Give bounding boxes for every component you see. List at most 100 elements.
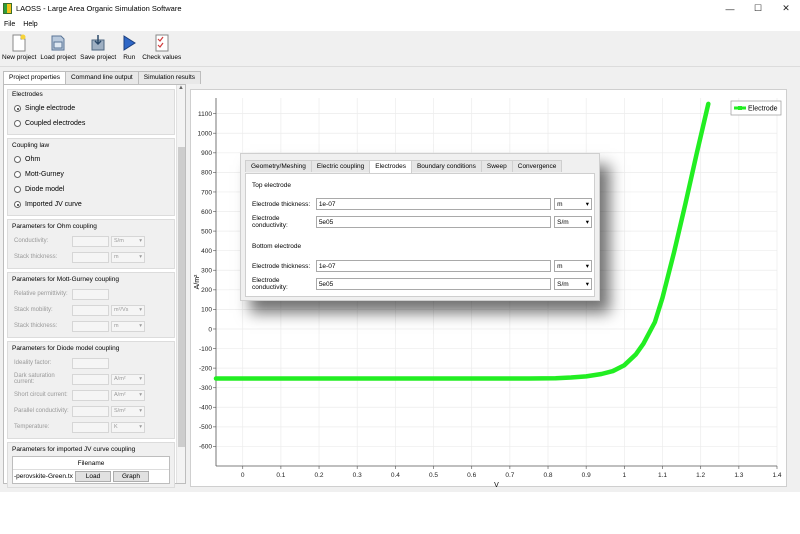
- bottom-thickness-unit[interactable]: m ▾: [554, 260, 593, 272]
- tab-project-properties[interactable]: Project properties: [3, 71, 66, 85]
- data-point: [471, 378, 473, 380]
- diode-ideality-input[interactable]: [72, 357, 109, 369]
- top-conductivity-label: Electrode conductivity:: [252, 215, 288, 229]
- run-button[interactable]: Run: [118, 31, 140, 66]
- data-point: [654, 321, 656, 323]
- dialog-tab-geometry[interactable]: Geometry/Meshing: [245, 160, 312, 172]
- diode-temperature-input[interactable]: [72, 421, 109, 433]
- mott-params-title: Parameters for Mott-Gurney coupling: [12, 276, 119, 283]
- single-electrode-label: Single electrode: [25, 105, 76, 112]
- load-project-button[interactable]: Load project: [38, 31, 78, 66]
- unit-text: A/m²: [114, 376, 126, 382]
- bottom-conductivity-input[interactable]: 5e05: [315, 278, 552, 290]
- unit-text: m: [114, 254, 119, 260]
- y-tick-label: -300: [199, 385, 212, 392]
- chevron-down-icon: ▾: [139, 408, 142, 414]
- diode-dark-current-row: Dark saturation current: A/m² ▾: [12, 371, 170, 387]
- data-point: [635, 353, 637, 355]
- dialog-tab-electric-coupling[interactable]: Electric coupling: [310, 160, 371, 172]
- ohm-conductivity-unit[interactable]: S/m ▾: [111, 235, 145, 247]
- ohm-radio[interactable]: Ohm: [12, 152, 170, 167]
- unit-text: A/m²: [114, 392, 126, 398]
- x-tick-label: 1.3: [734, 472, 743, 479]
- y-tick-label: 1100: [198, 111, 212, 118]
- ohm-thickness-row: Stack thickness: m ▾: [12, 249, 170, 265]
- menu-help[interactable]: Help: [19, 21, 41, 28]
- diode-parallel-input[interactable]: [72, 405, 109, 417]
- new-project-button[interactable]: New project: [0, 31, 38, 66]
- diode-temperature-unit[interactable]: K ▾: [111, 421, 145, 433]
- check-values-button[interactable]: Check values: [140, 31, 183, 66]
- y-tick-label: 900: [201, 150, 212, 157]
- diode-model-radio[interactable]: Diode model: [12, 182, 170, 197]
- diode-short-circuit-unit[interactable]: A/m² ▾: [111, 389, 145, 401]
- ohm-thickness-label: Stack thickness:: [14, 254, 58, 260]
- ohm-conductivity-input[interactable]: [72, 235, 109, 247]
- x-tick-label: 0.7: [505, 472, 514, 479]
- legend-entry-electrode: Electrode: [748, 106, 778, 113]
- dialog-tab-convergence[interactable]: Convergence: [511, 160, 563, 172]
- dialog-tab-electrodes[interactable]: Electrodes: [369, 160, 412, 173]
- bottom-thickness-input[interactable]: 1e-07: [315, 260, 552, 272]
- coupled-electrodes-radio[interactable]: Coupled electrodes: [12, 116, 170, 131]
- tab-command-line-output[interactable]: Command line output: [64, 71, 139, 84]
- mott-gurney-radio[interactable]: Mott-Gurney: [12, 167, 170, 182]
- coupling-law-title: Coupling law: [12, 142, 50, 149]
- diode-parallel-unit[interactable]: S/m² ▾: [111, 405, 145, 417]
- dialog-tab-sweep[interactable]: Sweep: [480, 160, 513, 172]
- ohm-conductivity-row: Conductivity: S/m ▾: [12, 233, 170, 249]
- diode-short-circuit-input[interactable]: [72, 389, 109, 401]
- top-conductivity-input[interactable]: 5e05: [315, 216, 552, 228]
- save-project-button[interactable]: Save project: [78, 31, 118, 66]
- diode-dark-current-unit[interactable]: A/m² ▾: [111, 373, 145, 385]
- ohm-params-group: Parameters for Ohm coupling Conductivity…: [7, 219, 175, 269]
- mott-mobility-input[interactable]: [72, 304, 109, 316]
- mott-thickness-unit[interactable]: m ▾: [111, 320, 145, 332]
- imported-jv-curve-label: Imported JV curve: [25, 201, 82, 208]
- left-panel-scrollbar[interactable]: ▲: [176, 85, 185, 483]
- diode-ideality-label: Ideality factor:: [14, 360, 52, 366]
- bottom-conductivity-label: Electrode conductivity:: [252, 277, 288, 291]
- electrodes-title: Electrodes: [12, 91, 43, 98]
- data-point: [642, 343, 644, 345]
- run-label: Run: [123, 54, 136, 61]
- diode-model-label: Diode model: [25, 186, 65, 193]
- scrollbar-thumb[interactable]: [178, 147, 185, 447]
- mott-mobility-unit[interactable]: m²/Vs ▾: [111, 304, 145, 316]
- close-button[interactable]: ✕: [772, 0, 800, 17]
- ohm-label: Ohm: [25, 156, 41, 163]
- radio-unchecked-icon: [14, 120, 21, 127]
- mott-thickness-input[interactable]: [72, 320, 109, 332]
- y-tick-label: 1000: [198, 131, 213, 138]
- ohm-thickness-unit[interactable]: m ▾: [111, 251, 145, 263]
- data-point: [612, 370, 614, 372]
- top-thickness-unit[interactable]: m ▾: [554, 198, 593, 210]
- load-button[interactable]: Load: [75, 471, 111, 482]
- unit-text: K: [114, 424, 118, 430]
- bottom-conductivity-unit[interactable]: S/m ▾: [554, 278, 593, 290]
- tab-simulation-results[interactable]: Simulation results: [137, 71, 202, 84]
- data-point: [570, 377, 572, 379]
- x-tick-label: 0.6: [467, 472, 476, 479]
- top-thickness-input[interactable]: 1e-07: [315, 198, 552, 210]
- filename-value[interactable]: -perovskite-Green.txt: [13, 473, 73, 480]
- data-point: [684, 203, 686, 205]
- maximize-button[interactable]: ☐: [744, 0, 772, 17]
- single-electrode-radio[interactable]: Single electrode: [12, 101, 170, 116]
- top-conductivity-unit[interactable]: S/m ▾: [554, 216, 593, 228]
- imported-jv-curve-radio[interactable]: Imported JV curve: [12, 197, 170, 212]
- mott-permittivity-input[interactable]: [72, 288, 109, 300]
- x-axis-label: V: [494, 482, 499, 488]
- save-disk-icon: [89, 33, 107, 53]
- ohm-thickness-input[interactable]: [72, 251, 109, 263]
- graph-button[interactable]: Graph: [113, 471, 149, 482]
- radio-unchecked-icon: [14, 186, 21, 193]
- scroll-up-icon[interactable]: ▲: [177, 85, 185, 94]
- dialog-tab-boundary[interactable]: Boundary conditions: [410, 160, 482, 172]
- save-project-label: Save project: [80, 54, 117, 61]
- minimize-button[interactable]: —: [716, 0, 744, 17]
- diode-dark-current-input[interactable]: [72, 373, 109, 385]
- data-point: [623, 364, 625, 366]
- app-logo-icon: [3, 3, 12, 14]
- menu-file[interactable]: File: [0, 21, 19, 28]
